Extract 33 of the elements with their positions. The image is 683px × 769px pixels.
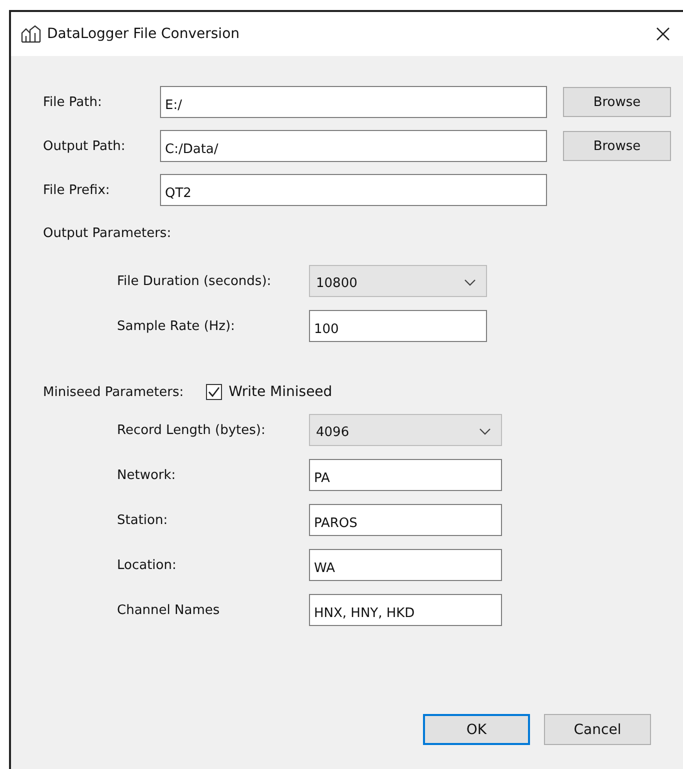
dropdown[interactable]: 4096 <box>309 414 502 446</box>
ok-button[interactable]: OK <box>423 714 530 745</box>
dropdown[interactable]: 10800 <box>309 265 487 297</box>
field-label: File Prefix: <box>43 182 111 198</box>
section-heading: Miniseed Parameters: <box>43 384 184 400</box>
browse-button[interactable]: Browse <box>563 131 671 161</box>
text-field[interactable]: C:/Data/ <box>160 130 547 162</box>
field-label: Record Length (bytes): <box>117 422 266 438</box>
text-field[interactable]: PAROS <box>309 504 502 536</box>
window-title: DataLogger File Conversion <box>47 26 241 42</box>
field-label: Network: <box>117 468 177 482</box>
text-field[interactable]: HNX, HNY, HKD <box>309 594 502 626</box>
section-heading: Output Parameters: <box>43 226 172 241</box>
text-field[interactable]: WA <box>309 549 502 581</box>
close-icon[interactable] <box>655 26 671 42</box>
chevron-down-icon <box>464 279 476 287</box>
checkbox-label: Write Miniseed <box>228 384 332 400</box>
text-field[interactable]: E:/ <box>160 86 547 118</box>
field-label: File Duration (seconds): <box>117 274 272 288</box>
field-label: Sample Rate (Hz): <box>117 318 236 334</box>
field-label: Output Path: <box>43 138 126 154</box>
buildings-icon <box>21 25 41 43</box>
checkbox[interactable] <box>206 384 222 400</box>
field-label: Channel Names <box>117 602 221 618</box>
field-label: Station: <box>117 512 169 528</box>
text-field[interactable]: QT2 <box>160 174 547 206</box>
text-field[interactable]: PA <box>309 459 502 491</box>
field-label: Location: <box>117 558 178 572</box>
browse-button[interactable]: Browse <box>563 87 671 117</box>
text-field[interactable]: 100 <box>309 310 487 342</box>
chevron-down-icon <box>479 428 491 436</box>
cancel-button[interactable]: Cancel <box>544 714 651 745</box>
field-label: File Path: <box>43 94 103 110</box>
